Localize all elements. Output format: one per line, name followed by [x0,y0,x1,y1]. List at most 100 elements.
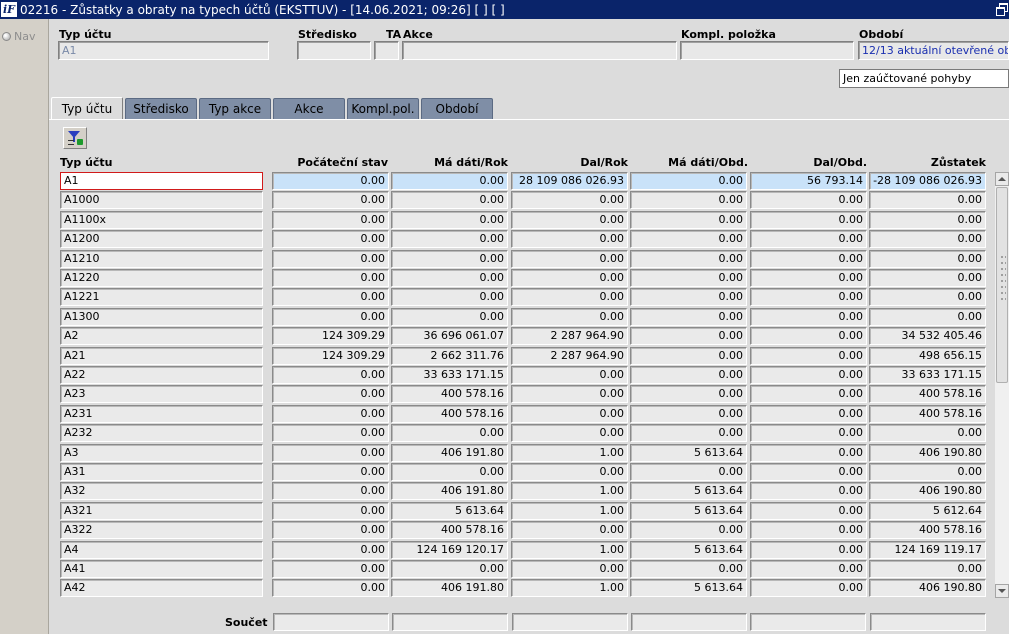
value-cell[interactable]: 0.00 [511,191,628,210]
value-cell[interactable]: 0.00 [869,210,986,229]
value-cell[interactable]: 0.00 [272,288,389,307]
value-cell[interactable]: 0.00 [272,404,389,423]
table-row[interactable]: A22 0.00 33 633 171.15 0.00 0.00 0.00 33 633 1… [49,366,989,385]
value-cell[interactable]: 0.00 [511,521,628,540]
value-cell[interactable]: 0.00 [630,346,747,365]
value-cell[interactable]: 0.00 [630,521,747,540]
value-cell[interactable]: 406 190.80 [869,579,986,598]
table-row[interactable]: A4 0.00 124 169 120.17 1.00 5 613.64 0.00 124 … [49,540,989,560]
value-cell[interactable]: 0.00 [630,172,747,190]
value-cell[interactable]: 0.00 [630,249,747,268]
value-cell[interactable]: 406 191.80 [391,579,508,598]
value-cell[interactable]: 0.00 [511,424,628,443]
value-cell[interactable]: 0.00 [750,443,867,462]
value-cell[interactable]: 0.00 [391,172,508,190]
value-cell[interactable]: 5 613.64 [630,443,747,462]
typ-uctu-cell[interactable]: A41 [60,560,263,578]
table-row[interactable]: A31 0.00 0.00 0.00 0.00 0.00 0.00 [49,463,989,482]
scroll-up-button[interactable] [995,172,1009,186]
typ-uctu-cell[interactable]: A1 [60,172,263,190]
value-cell[interactable]: 0.00 [630,366,747,384]
value-cell[interactable]: 0.00 [869,307,986,326]
typ-uctu-cell[interactable]: A1000 [60,191,263,210]
table-row[interactable]: A42 0.00 406 191.80 1.00 5 613.64 0.00 406 190… [49,579,989,598]
obdobi-input[interactable]: 12/13 aktuální otevřené období [858,41,1009,60]
value-cell[interactable]: 0.00 [630,327,747,346]
value-cell[interactable]: 0.00 [750,482,867,501]
value-cell[interactable]: 498 656.15 [869,346,986,365]
value-cell[interactable]: 0.00 [750,307,867,326]
value-cell[interactable]: 0.00 [272,249,389,268]
typ-uctu-cell[interactable]: A22 [60,366,263,384]
value-cell[interactable]: 124 309.29 [272,327,389,346]
value-cell[interactable]: 0.00 [630,288,747,307]
value-cell[interactable]: 33 633 171.15 [391,366,508,384]
value-cell[interactable]: 406 190.80 [869,443,986,462]
value-cell[interactable]: 400 578.16 [869,521,986,540]
tab-obdobi[interactable]: Období [421,98,493,119]
table-row[interactable]: A21 124 309.29 2 662 311.76 2 287 964.90 0.0… [49,346,989,366]
value-cell[interactable]: 0.00 [391,249,508,268]
typ-uctu-cell[interactable]: A3 [60,443,263,462]
value-cell[interactable]: 0.00 [750,540,867,559]
typ-uctu-cell[interactable]: A1210 [60,249,263,268]
tab-kompl-pol[interactable]: Kompl.pol. [347,98,419,119]
value-cell[interactable]: 1.00 [511,482,628,501]
typ-uctu-input[interactable]: A1 [58,41,269,60]
value-cell[interactable]: 0.00 [750,463,867,481]
value-cell[interactable]: 0.00 [272,521,389,540]
value-cell[interactable]: 5 612.64 [869,501,986,520]
typ-uctu-cell[interactable]: A32 [60,482,263,501]
value-cell[interactable]: 0.00 [511,288,628,307]
value-cell[interactable]: 0.00 [750,404,867,423]
value-cell[interactable]: 0.00 [511,269,628,287]
value-cell[interactable]: 124 309.29 [272,346,389,365]
value-cell[interactable]: 400 578.16 [869,404,986,423]
typ-uctu-cell[interactable]: A1200 [60,230,263,249]
value-cell[interactable]: 0.00 [869,463,986,481]
value-cell[interactable]: 0.00 [630,424,747,443]
value-cell[interactable]: 5 613.64 [630,501,747,520]
typ-uctu-cell[interactable]: A1100x [60,210,263,229]
typ-uctu-cell[interactable]: A232 [60,424,263,443]
value-cell[interactable]: 0.00 [630,269,747,287]
value-cell[interactable]: 0.00 [391,307,508,326]
value-cell[interactable]: 0.00 [750,210,867,229]
value-cell[interactable]: 0.00 [630,230,747,249]
value-cell[interactable]: 0.00 [750,424,867,443]
value-cell[interactable]: 5 613.64 [630,482,747,501]
table-row[interactable]: A1210 0.00 0.00 0.00 0.00 0.00 0.00 [49,249,989,269]
value-cell[interactable]: 0.00 [750,191,867,210]
value-cell[interactable]: 124 169 120.17 [391,540,508,559]
value-cell[interactable]: 0.00 [750,269,867,287]
restore-window-icon[interactable] [996,3,1008,16]
value-cell[interactable]: 400 578.16 [391,404,508,423]
value-cell[interactable]: 2 287 964.90 [511,327,628,346]
value-cell[interactable]: 2 662 311.76 [391,346,508,365]
table-row[interactable]: A3 0.00 406 191.80 1.00 5 613.64 0.00 406 190.… [49,443,989,463]
value-cell[interactable]: 0.00 [272,366,389,384]
typ-uctu-cell[interactable]: A23 [60,385,263,404]
value-cell[interactable]: 0.00 [391,191,508,210]
value-cell[interactable]: 0.00 [750,230,867,249]
value-cell[interactable]: 0.00 [511,404,628,423]
value-cell[interactable]: 0.00 [630,210,747,229]
stredisko-input[interactable] [297,41,371,60]
typ-uctu-cell[interactable]: A321 [60,501,263,520]
table-row[interactable]: A1000 0.00 0.00 0.00 0.00 0.00 0.00 [49,191,989,210]
value-cell[interactable]: 1.00 [511,501,628,520]
table-scrollbar[interactable] [995,172,1009,598]
value-cell[interactable]: 36 696 061.07 [391,327,508,346]
table-row[interactable]: A41 0.00 0.00 0.00 0.00 0.00 0.00 [49,560,989,579]
typ-uctu-cell[interactable]: A21 [60,346,263,365]
kompl-polozka-input[interactable] [680,41,854,60]
value-cell[interactable]: 0.00 [272,191,389,210]
table-row[interactable]: A1 0.00 0.00 28 109 086 026.93 0.00 56 793.14… [49,172,989,191]
value-cell[interactable]: 34 532 405.46 [869,327,986,346]
value-cell[interactable]: 1.00 [511,443,628,462]
value-cell[interactable]: 0.00 [391,424,508,443]
value-cell[interactable]: 0.00 [511,230,628,249]
value-cell[interactable]: 2 287 964.90 [511,346,628,365]
nav-button[interactable]: Nav [2,30,35,43]
typ-uctu-cell[interactable]: A42 [60,579,263,598]
